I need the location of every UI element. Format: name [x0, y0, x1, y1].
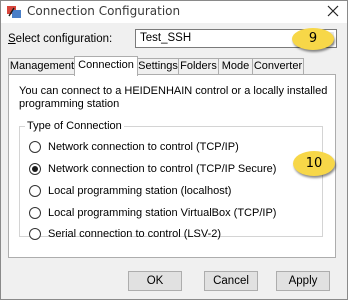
radio-option-tcpip-secure[interactable]: Network connection to control (TCP/IP Se…: [29, 162, 276, 176]
ok-button[interactable]: OK: [128, 271, 182, 291]
apply-button[interactable]: Apply: [276, 271, 330, 291]
tab-mode[interactable]: Mode: [218, 58, 253, 75]
radio-button[interactable]: [29, 207, 41, 219]
title-bar[interactable]: Connection Configuration: [1, 1, 347, 23]
radio-option-localhost[interactable]: Local programming station (localhost): [29, 184, 231, 198]
tab-converter[interactable]: Converter: [252, 58, 304, 75]
connection-tab-panel: You can connect to a HEIDENHAIN control …: [8, 74, 336, 258]
connection-type-group-label: Type of Connection: [25, 120, 124, 132]
configuration-value: Test_SSH: [140, 32, 192, 44]
tab-connection[interactable]: Connection: [74, 56, 138, 76]
radio-option-label: Local programming station VirtualBox (TC…: [48, 207, 277, 219]
radio-option-serial[interactable]: Serial connection to control (LSV-2): [29, 227, 221, 241]
callout-badge-9: 9: [292, 28, 334, 50]
radio-button[interactable]: [29, 141, 41, 153]
radio-button[interactable]: [29, 228, 41, 240]
description-line-1: You can connect to a HEIDENHAIN control …: [19, 85, 328, 97]
description-line-2: programming station: [19, 98, 120, 110]
tab-management[interactable]: Management: [8, 58, 76, 75]
radio-option-tcpip[interactable]: Network connection to control (TCP/IP): [29, 140, 239, 154]
radio-option-virtualbox[interactable]: Local programming station VirtualBox (TC…: [29, 206, 276, 220]
tab-folders[interactable]: Folders: [178, 58, 219, 75]
callout-badge-10: 10: [293, 151, 335, 176]
connection-description: You can connect to a HEIDENHAIN control …: [19, 85, 328, 111]
radio-option-label: Network connection to control (TCP/IP Se…: [48, 163, 277, 175]
select-configuration-label: Select configuration:: [8, 33, 113, 45]
radio-button[interactable]: [29, 185, 41, 197]
radio-option-label: Network connection to control (TCP/IP): [48, 141, 239, 153]
radio-option-label: Local programming station (localhost): [48, 185, 232, 197]
tab-settings[interactable]: Settings: [137, 58, 179, 75]
radio-option-label: Serial connection to control (LSV-2): [48, 228, 222, 240]
cancel-button[interactable]: Cancel: [204, 271, 258, 291]
close-icon[interactable]: [325, 3, 341, 19]
connection-type-group: Type of Connection Network connection to…: [19, 120, 323, 240]
connection-configuration-dialog: Connection Configuration Select configur…: [0, 0, 348, 300]
radio-button-selected[interactable]: [29, 163, 41, 175]
connection-app-icon: [7, 6, 21, 18]
window-title: Connection Configuration: [27, 4, 181, 18]
